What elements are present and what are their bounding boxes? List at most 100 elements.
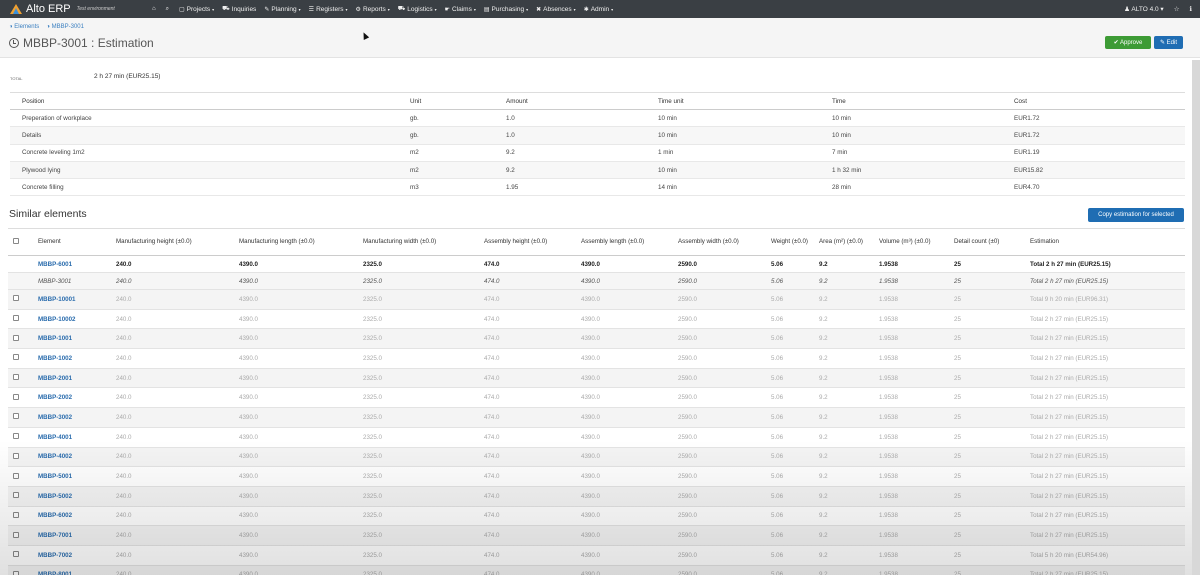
positions-header-cell[interactable]: Time <box>820 92 1002 110</box>
table-row[interactable]: MBBP-10001 240.0 4390.0 2325.0 474.0 4390.0 25… <box>8 289 1185 310</box>
table-row[interactable]: MBBP-2001 240.0 4390.0 2325.0 474.0 4390.0 259… <box>8 368 1185 389</box>
info-icon[interactable]: ℹ <box>1190 5 1192 13</box>
table-row[interactable]: MBBP-2002 240.0 4390.0 2325.0 474.0 4390.0 259… <box>8 387 1185 409</box>
element-link[interactable]: MBBP-5001 <box>36 466 114 487</box>
element-link[interactable]: MBBP-8001 <box>36 565 114 575</box>
menu-admin[interactable]: ✱ Admin ▾ <box>580 6 617 13</box>
menu-label: Planning <box>271 5 297 13</box>
copy-estimation-button[interactable]: Copy estimation for selected <box>1088 208 1184 222</box>
menu-claims[interactable]: ☛ Claims ▾ <box>441 6 480 13</box>
similar-header-cell[interactable]: Area (m²) (±0.0) <box>817 228 877 256</box>
row-checkbox[interactable] <box>13 433 19 440</box>
element-link[interactable]: MBBP-5002 <box>36 486 114 507</box>
search-icon[interactable]: ⌕ <box>162 6 175 13</box>
table-row[interactable]: MBBP-8001 240.0 4390.0 2325.0 474.0 4390.0 259… <box>8 565 1185 575</box>
select-all-checkbox[interactable] <box>13 237 19 244</box>
similar-header-cell[interactable]: Manufacturing length (±0.0) <box>237 228 361 256</box>
row-checkbox[interactable] <box>13 354 19 361</box>
positions-header-cell[interactable]: Position <box>10 92 398 110</box>
similar-header-cell[interactable]: Assembly length (±0.0) <box>579 228 676 256</box>
similar-header-cell[interactable]: Volume (m³) (±0.0) <box>877 228 952 256</box>
element-link[interactable]: MBBP-2001 <box>36 368 114 389</box>
purchasing-menu-icon: ▤ <box>483 6 490 13</box>
similar-header-cell[interactable]: Estimation <box>1028 228 1185 256</box>
element-link[interactable]: MBBP-3002 <box>36 407 114 428</box>
table-row[interactable]: MBBP-6001 240.0 4390.0 2325.0 474.0 4390.0 259… <box>8 255 1185 273</box>
table-row[interactable]: MBBP-10002 240.0 4390.0 2325.0 474.0 4390.0 25… <box>8 309 1185 330</box>
scrollbar[interactable] <box>1192 60 1200 575</box>
positions-header-cell[interactable]: Cost <box>1002 92 1185 110</box>
row-checkbox[interactable] <box>13 315 19 322</box>
menu-reports[interactable]: ⚙ Reports ▾ <box>352 6 394 13</box>
similar-header-cell[interactable]: Weight (±0.0) <box>769 228 817 256</box>
table-row[interactable]: MBBP-5002 240.0 4390.0 2325.0 474.0 4390.0 259… <box>8 486 1185 507</box>
similar-header-cell[interactable]: Manufacturing width (±0.0) <box>361 228 482 256</box>
row-checkbox[interactable] <box>13 295 19 302</box>
similar-cell: 2590.0 <box>676 348 769 369</box>
element-link[interactable]: MBBP-1001 <box>36 328 114 350</box>
table-row[interactable]: MBBP-3002 240.0 4390.0 2325.0 474.0 4390.0 259… <box>8 407 1185 428</box>
approve-button[interactable]: ✔ Approve <box>1105 36 1151 49</box>
row-checkbox[interactable] <box>13 531 19 538</box>
table-row[interactable]: MBBP-4002 240.0 4390.0 2325.0 474.0 4390.0 259… <box>8 447 1185 468</box>
breadcrumb-current[interactable]: ◑ MBBP-3001 <box>46 24 84 30</box>
edit-button[interactable]: ✎ Edit <box>1154 36 1183 49</box>
row-checkbox[interactable] <box>13 511 19 518</box>
row-checkbox[interactable] <box>13 551 19 558</box>
similar-header-cell[interactable]: Manufacturing height (±0.0) <box>114 228 237 256</box>
positions-header-cell[interactable]: Unit <box>398 92 494 110</box>
element-link[interactable]: MBBP-4002 <box>36 447 114 468</box>
table-row[interactable]: MBBP-5001 240.0 4390.0 2325.0 474.0 4390.0 259… <box>8 466 1185 487</box>
menu-registers[interactable]: ☰ Registers ▾ <box>305 6 352 13</box>
table-row[interactable]: MBBP-1002 240.0 4390.0 2325.0 474.0 4390.0 259… <box>8 348 1185 369</box>
table-row[interactable]: MBBP-3001 240.0 4390.0 2325.0 474.0 4390.0 259… <box>8 272 1185 290</box>
similar-cell: Total 2 h 27 min (EUR25.15) <box>1028 255 1185 273</box>
row-checkbox[interactable] <box>13 334 19 341</box>
menu-projects[interactable]: ▢ Projects ▾ <box>175 6 218 13</box>
positions-header-cell[interactable]: Time unit <box>646 92 820 110</box>
home-icon[interactable]: ⌂ <box>148 6 162 12</box>
element-link[interactable]: MBBP-10002 <box>36 309 114 330</box>
positions-header-cell[interactable]: Amount <box>494 92 646 110</box>
element-link[interactable]: MBBP-7002 <box>36 545 114 566</box>
chevron-down-icon: ▾ <box>387 6 390 12</box>
similar-header-cell[interactable]: Assembly height (±0.0) <box>482 228 579 256</box>
user-menu[interactable]: ♟ ALTO 4.0 ▾ <box>1124 5 1164 13</box>
menu-absences[interactable]: ✖ Absences ▾ <box>532 6 580 13</box>
element-link[interactable]: MBBP-6001 <box>36 255 114 273</box>
table-row[interactable]: MBBP-6002 240.0 4390.0 2325.0 474.0 4390.0 259… <box>8 506 1185 527</box>
similar-cell: 5.06 <box>769 486 817 507</box>
menu-purchasing[interactable]: ▤ Purchasing ▾ <box>480 6 532 13</box>
row-checkbox[interactable] <box>13 472 19 479</box>
breadcrumb-elements[interactable]: ◑ Elements <box>9 24 39 30</box>
table-row: Details gb. 1.0 10 min 10 min EUR1.72 <box>10 126 1185 145</box>
element-link[interactable]: MBBP-2002 <box>36 387 114 409</box>
row-checkbox[interactable] <box>13 393 19 400</box>
table-row[interactable]: MBBP-1001 240.0 4390.0 2325.0 474.0 4390.0 259… <box>8 328 1185 350</box>
row-checkbox[interactable] <box>13 570 19 575</box>
positions-cell: m2 <box>398 144 494 162</box>
row-checkbox[interactable] <box>13 452 19 459</box>
row-checkbox[interactable] <box>13 413 19 420</box>
menu-planning[interactable]: ✎ Planning ▾ <box>260 6 304 13</box>
similar-cell: 4390.0 <box>579 466 676 487</box>
element-link[interactable]: MBBP-6002 <box>36 506 114 527</box>
row-checkbox[interactable] <box>13 492 19 499</box>
similar-cell: 25 <box>952 545 1028 566</box>
brand[interactable]: Alto ERP Test environment <box>0 3 140 15</box>
table-row[interactable]: MBBP-4001 240.0 4390.0 2325.0 474.0 4390.0 259… <box>8 427 1185 448</box>
similar-cell: 2590.0 <box>676 309 769 330</box>
menu-logistics[interactable]: ⛟ Logistics ▾ <box>394 5 441 13</box>
element-link[interactable]: MBBP-10001 <box>36 289 114 310</box>
element-link[interactable]: MBBP-1002 <box>36 348 114 369</box>
similar-header-cell[interactable]: Assembly width (±0.0) <box>676 228 769 256</box>
table-row[interactable]: MBBP-7002 240.0 4390.0 2325.0 474.0 4390.0 259… <box>8 545 1185 566</box>
menu-inquiries[interactable]: ⛟ Inquiries <box>218 5 260 13</box>
element-link[interactable]: MBBP-7001 <box>36 525 114 546</box>
similar-header-cell[interactable]: Detail count (±0) <box>952 228 1028 256</box>
star-icon[interactable]: ☆ <box>1174 5 1180 13</box>
similar-header-cell[interactable]: Element <box>36 228 114 256</box>
element-link[interactable]: MBBP-4001 <box>36 427 114 448</box>
table-row[interactable]: MBBP-7001 240.0 4390.0 2325.0 474.0 4390.0 259… <box>8 525 1185 546</box>
row-checkbox[interactable] <box>13 374 19 381</box>
